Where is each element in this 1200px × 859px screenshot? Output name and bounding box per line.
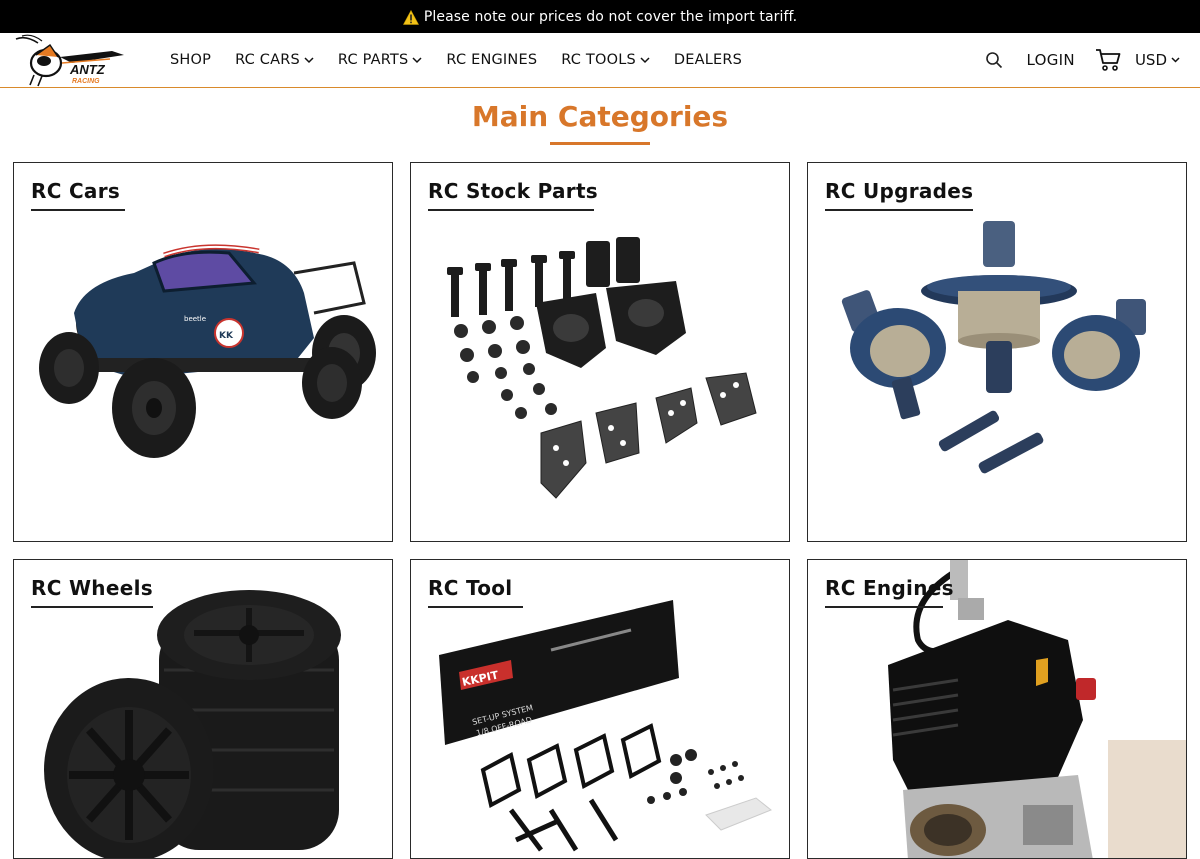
site-header: ANTZ RACING SHOP RC CARS RC PARTS RC ENG… [0,33,1200,88]
svg-text:KK: KK [219,331,234,341]
logo-text: ANTZ [69,62,106,77]
category-card-rc-tool[interactable]: KKPIT SET-UP SYSTEM 1/8 OFF-ROAD RC Tool [410,559,790,859]
setup-tool-image: KKPIT SET-UP SYSTEM 1/8 OFF-ROAD [411,560,789,858]
nav-rc-cars-label: RC CARS [235,52,300,68]
nav-shop-label: SHOP [170,52,212,68]
announcement-bar: Please note our prices do not cover the … [0,0,1200,33]
category-label: RC Engines [825,576,954,600]
label-underline [825,606,943,608]
currency-label: USD [1134,51,1167,69]
category-label: RC Upgrades [825,179,974,203]
wheels-image [14,560,392,858]
nav-rc-tools[interactable]: RC TOOLS [561,52,650,68]
logo-subtext: RACING [72,78,100,85]
nav-dealers-label: DEALERS [673,52,743,68]
nav-rc-parts-label: RC PARTS [337,52,409,68]
chevron-down-icon [640,56,650,63]
nav-rc-parts[interactable]: RC PARTS [338,52,423,68]
nav-rc-tools-label: RC TOOLS [561,52,636,68]
differential-image [808,163,1186,541]
category-card-rc-engines[interactable]: RC Engines [807,559,1187,859]
category-label: RC Stock Parts [428,179,599,203]
category-card-rc-upgrades[interactable]: RC Upgrades [807,162,1187,542]
category-card-rc-wheels[interactable]: RC Wheels [13,559,393,859]
rc-parts-image [411,163,789,541]
svg-text:beetle: beetle [184,315,206,323]
nav-shop[interactable]: SHOP [170,52,211,68]
nav-dealers[interactable]: DEALERS [674,52,742,68]
label-underline [31,209,125,211]
chevron-down-icon [412,56,422,63]
brand-logo[interactable]: ANTZ RACING [12,33,132,87]
currency-selector[interactable]: USD [1135,51,1180,69]
label-underline [428,209,594,211]
warning-icon [402,10,419,25]
label-underline [31,606,153,608]
nav-rc-engines-label: RC ENGINES [446,52,538,68]
label-underline [428,606,523,608]
engine-image [808,560,1186,858]
header-tools: LOGIN USD [985,33,1180,87]
chevron-down-icon [304,56,314,63]
nav-rc-engines[interactable]: RC ENGINES [446,52,537,68]
announcement-text: Please note our prices do not cover the … [423,8,798,25]
label-underline [825,209,973,211]
login-link[interactable]: LOGIN [1027,51,1075,69]
category-label: RC Tool [428,576,513,600]
title-underline [550,142,650,145]
category-label: RC Cars [31,179,121,203]
search-icon[interactable] [985,51,1003,69]
category-card-rc-cars[interactable]: KK beetle RC Cars [13,162,393,542]
category-card-rc-stock-parts[interactable]: RC Stock Parts [410,162,790,542]
category-label: RC Wheels [31,576,153,600]
cart-icon[interactable] [1095,48,1121,72]
rc-car-image: KK beetle [14,163,392,541]
nav-rc-cars[interactable]: RC CARS [235,52,314,68]
chevron-down-icon [1171,57,1180,63]
main-nav: SHOP RC CARS RC PARTS RC ENGINES RC TOOL… [170,33,766,87]
page-title: Main Categories [471,100,729,133]
